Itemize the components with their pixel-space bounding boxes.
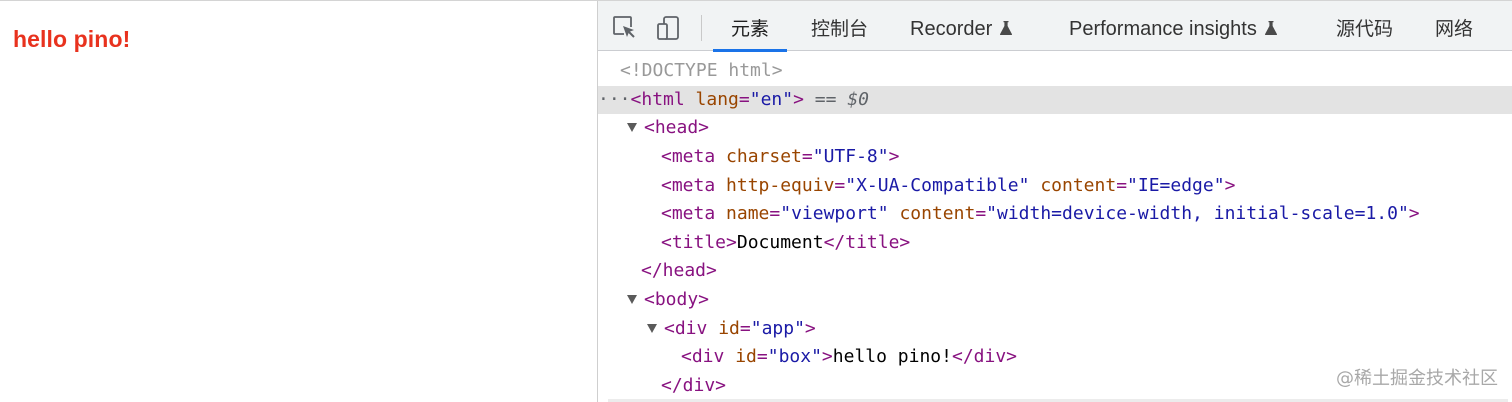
tree-node-doctype[interactable]: <!DOCTYPE html> (598, 57, 1512, 85)
page-viewport: hello pino! (0, 1, 597, 402)
tab-console[interactable]: 控制台 (811, 1, 868, 51)
tab-separator (701, 15, 702, 41)
tab-performance-insights[interactable]: Performance insights (1069, 1, 1278, 51)
tree-node-body[interactable]: <body> (598, 286, 1512, 314)
tab-network[interactable]: 网络 (1435, 1, 1473, 51)
tree-node-meta-viewport[interactable]: <meta name="viewport" content="width=dev… (598, 200, 1512, 228)
tree-node-html[interactable]: ···<html lang="en"> == $0 (598, 86, 1512, 114)
device-toolbar-icon[interactable] (656, 15, 682, 41)
tab-sources[interactable]: 源代码 (1336, 1, 1393, 51)
expand-triangle-icon[interactable] (627, 295, 637, 304)
expand-triangle-icon[interactable] (627, 123, 637, 132)
tree-node-meta-http-equiv[interactable]: <meta http-equiv="X-UA-Compatible" conte… (598, 172, 1512, 200)
tab-elements[interactable]: 元素 (712, 1, 788, 52)
devtools-panel: 元素 控制台 Recorder Performance insights 源代码… (598, 1, 1512, 402)
flask-icon (1000, 20, 1013, 35)
devtools-tabbar: 元素 控制台 Recorder Performance insights 源代码… (598, 1, 1512, 52)
tab-recorder[interactable]: Recorder (910, 1, 1013, 51)
page-box-text: hello pino! (13, 26, 131, 52)
tree-node-title[interactable]: <title>Document</title> (598, 229, 1512, 257)
tree-node-head-close[interactable]: </head> (598, 257, 1512, 285)
inspect-element-icon[interactable] (612, 15, 638, 41)
flask-icon (1264, 20, 1277, 35)
expand-triangle-icon[interactable] (647, 324, 657, 333)
tree-node-head[interactable]: <head> (598, 114, 1512, 142)
watermark: @稀土掘金技术社区 (1336, 368, 1498, 389)
tree-node-div-app[interactable]: <div id="app"> (598, 315, 1512, 343)
tree-node-meta-charset[interactable]: <meta charset="UTF-8"> (598, 143, 1512, 171)
browser-frame: hello pino! 元素 控制台 Recorder Performance … (0, 0, 1512, 402)
